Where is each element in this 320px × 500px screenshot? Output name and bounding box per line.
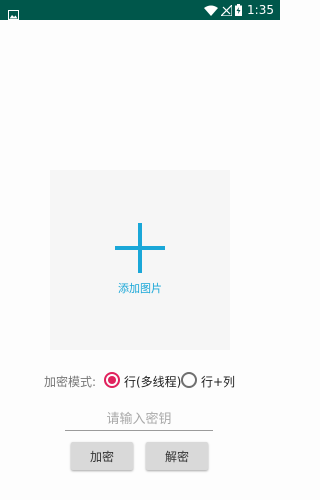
radio-row-column[interactable] xyxy=(181,372,197,388)
add-image-label: 添加图片 xyxy=(118,282,162,295)
encrypt-button[interactable]: 加密 xyxy=(71,442,133,470)
key-input[interactable] xyxy=(65,408,213,431)
wifi-icon xyxy=(204,1,219,20)
plus-icon xyxy=(115,223,165,273)
radio-row-column-label[interactable]: 行+列 xyxy=(201,373,235,390)
decrypt-button[interactable]: 解密 xyxy=(146,442,208,470)
radio-row-multithread-label[interactable]: 行(多线程) xyxy=(124,373,181,390)
no-signal-icon xyxy=(219,1,233,20)
add-image-area[interactable]: 添加图片 xyxy=(50,170,230,350)
gallery-icon xyxy=(8,5,19,24)
encrypt-mode-label: 加密模式: xyxy=(44,375,97,389)
status-time: 1:35 xyxy=(247,3,274,17)
battery-charging-icon xyxy=(235,1,243,20)
encrypt-mode-row: 加密模式: 行(多线程) 行+列 xyxy=(0,370,280,392)
radio-row-multithread[interactable] xyxy=(104,372,120,388)
status-bar: 1:35 xyxy=(0,0,280,20)
